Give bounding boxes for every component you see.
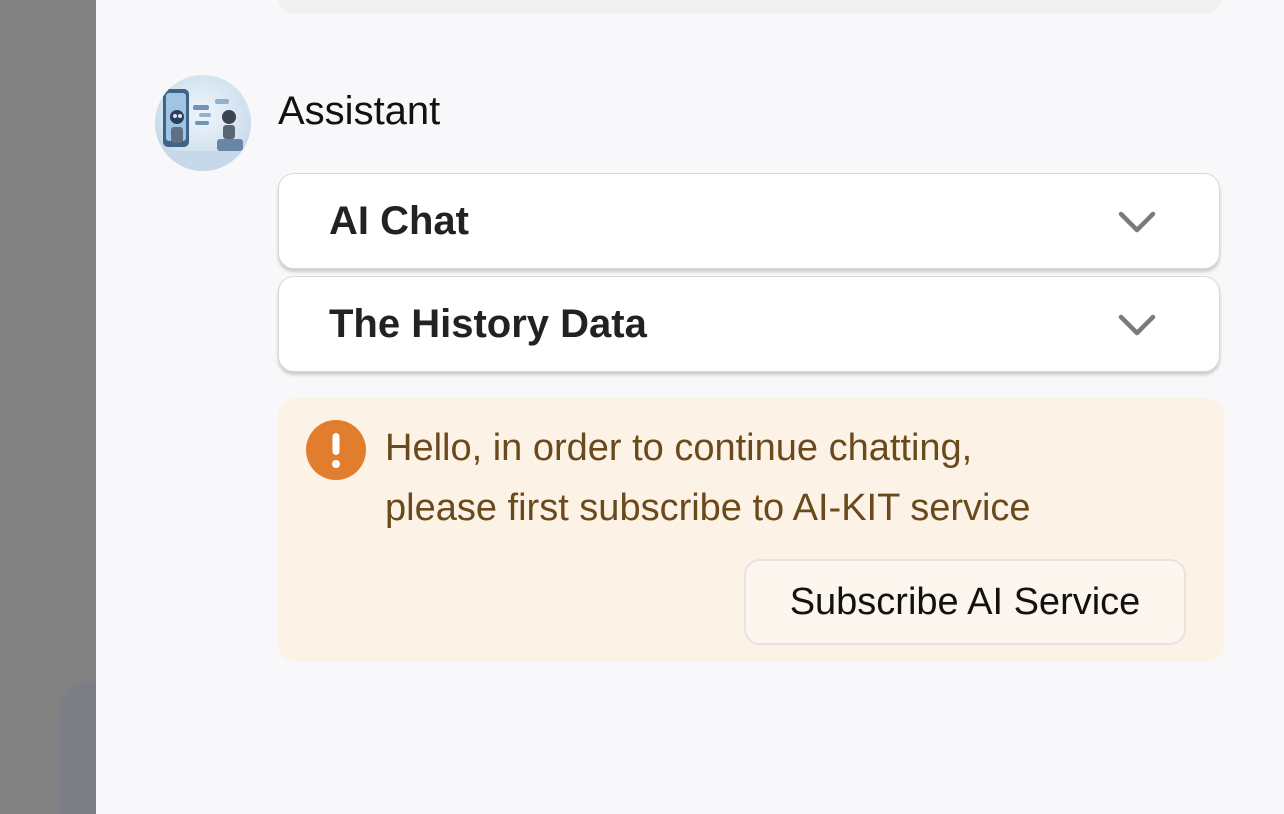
backdrop-shape: [60, 682, 96, 814]
notice-line: Hello, in order to continue chatting,: [385, 427, 973, 469]
accordion-title: The History Data: [329, 302, 647, 346]
notice-line: please first subscribe to AI-KIT service: [385, 487, 1031, 529]
accordion-title: AI Chat: [329, 199, 469, 243]
subscription-notice: Hello, in order to continue chatting, pl…: [278, 398, 1224, 662]
message-sender-name: Assistant: [278, 89, 441, 133]
warning-icon: [306, 420, 366, 480]
robot-chat-illustration-icon: [155, 89, 251, 171]
notice-message: Hello, in order to continue chatting, pl…: [385, 418, 1185, 538]
accordion-ai-chat[interactable]: AI Chat: [278, 173, 1220, 269]
chevron-down-icon[interactable]: [1117, 208, 1157, 236]
assistant-avatar: [155, 75, 251, 171]
previous-message-bubble: [278, 0, 1222, 14]
subscribe-ai-service-button[interactable]: Subscribe AI Service: [744, 559, 1186, 645]
chevron-down-icon[interactable]: [1117, 311, 1157, 339]
accordion-history-data[interactable]: The History Data: [278, 276, 1220, 372]
